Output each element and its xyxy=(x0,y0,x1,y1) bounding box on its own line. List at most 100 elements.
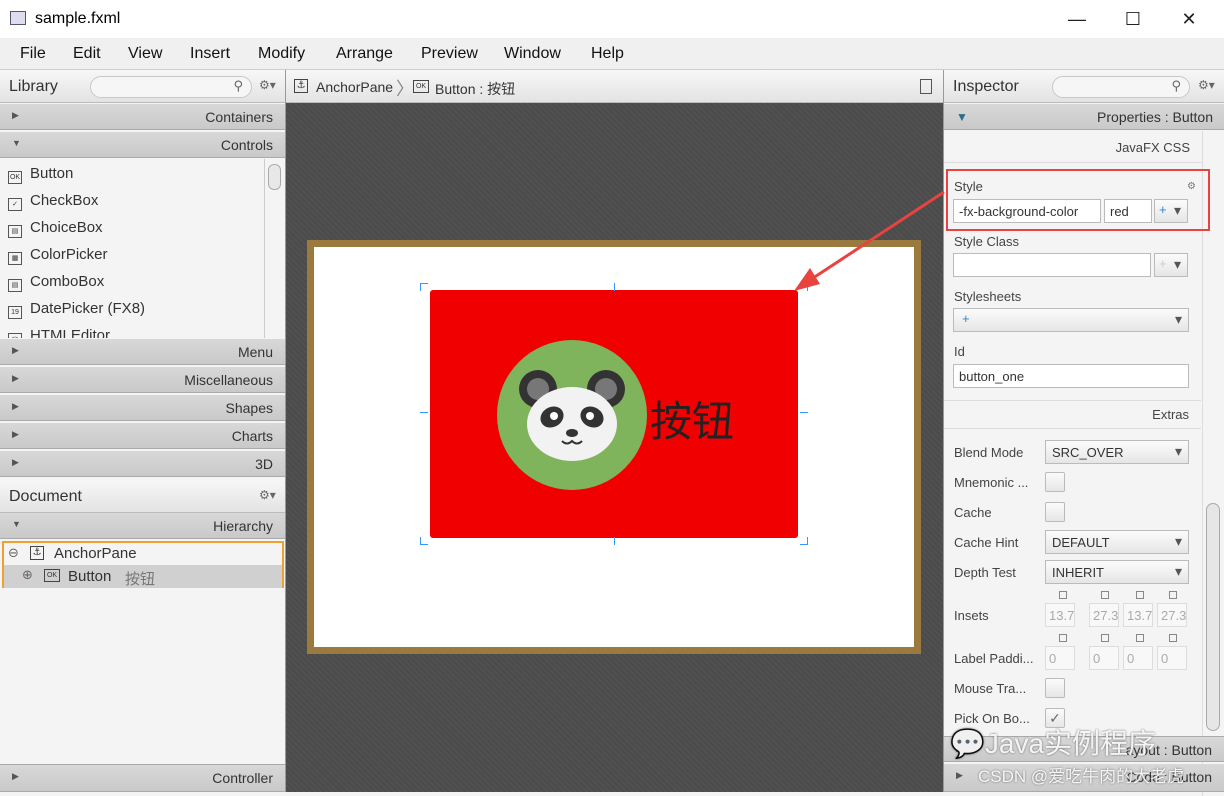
list-item-datepicker[interactable]: 19 DatePicker (FX8) xyxy=(8,300,145,319)
section-label: 3D xyxy=(255,456,273,472)
section-controller[interactable]: ▶ Controller xyxy=(0,764,285,792)
link-checkbox[interactable] xyxy=(1136,634,1144,642)
menu-help[interactable]: Help xyxy=(591,45,624,63)
maximize-button[interactable]: ☐ xyxy=(1110,6,1156,32)
scrollbar[interactable] xyxy=(264,159,285,338)
collapse-toggle-icon[interactable]: ⊖ xyxy=(8,545,19,561)
list-item-button[interactable]: OK Button xyxy=(8,165,73,184)
selection-handle[interactable] xyxy=(800,537,808,545)
cache-hint-select[interactable]: DEFAULT xyxy=(1045,530,1189,554)
expand-toggle-icon[interactable]: ⊕ xyxy=(22,567,33,583)
selection-handle[interactable] xyxy=(614,537,615,545)
link-checkbox[interactable] xyxy=(1059,591,1067,599)
app-icon xyxy=(10,11,26,25)
section-containers[interactable]: ▶ Containers xyxy=(0,104,285,130)
section-properties[interactable]: ▼ Properties : Button xyxy=(944,104,1224,130)
collapse-icon: ▼ xyxy=(12,138,21,148)
item-label: HTMLEditor xyxy=(30,327,111,338)
link-checkbox[interactable] xyxy=(1101,634,1109,642)
list-item-htmleditor[interactable]: <> HTMLEditor xyxy=(8,327,110,338)
tree-label: AnchorPane xyxy=(54,545,137,562)
breadcrumb-anchorpane[interactable]: AnchorPane xyxy=(316,79,393,95)
gear-menu-icon[interactable]: ⚙▾ xyxy=(259,488,276,502)
link-checkbox[interactable] xyxy=(1101,591,1109,599)
menu-view[interactable]: View xyxy=(128,45,162,63)
inspector-search-input[interactable]: ⚲ xyxy=(1052,76,1190,98)
collapse-icon: ▼ xyxy=(956,110,968,124)
mouse-transparent-checkbox[interactable] xyxy=(1045,678,1065,698)
button-icon: OK xyxy=(44,569,60,582)
breadcrumb-button[interactable]: Button : 按钮 xyxy=(435,79,515,99)
minimize-button[interactable]: — xyxy=(1054,6,1100,32)
style-class-add-button[interactable]: + xyxy=(1154,253,1188,277)
section-shapes[interactable]: ▶ Shapes xyxy=(0,395,285,421)
selection-handle[interactable] xyxy=(420,283,428,291)
scrollbar-thumb[interactable] xyxy=(268,164,281,190)
left-pane: Library ⚲ ⚙▾ ▶ Containers ▼ Controls OK But… xyxy=(0,70,286,792)
insets-right-input[interactable]: 27.3 xyxy=(1089,603,1119,627)
padding-top-input[interactable]: 0 xyxy=(1045,646,1075,670)
insets-top-input[interactable]: 13.7 xyxy=(1045,603,1075,627)
section-controls[interactable]: ▼ Controls xyxy=(0,132,285,158)
menu-preview[interactable]: Preview xyxy=(421,45,478,63)
selection-handle[interactable] xyxy=(614,283,615,291)
hierarchy-tree: ⊖ ⚓ AnchorPane ⊕ OK Button 按钮 xyxy=(2,541,284,588)
blend-mode-select[interactable]: SRC_OVER xyxy=(1045,440,1189,464)
library-search-input[interactable]: ⚲ xyxy=(90,76,252,98)
menu-modify[interactable]: Modify xyxy=(258,45,305,63)
id-input[interactable]: button_one xyxy=(953,364,1189,388)
mnemonic-checkbox[interactable] xyxy=(1045,472,1065,492)
menu-edit[interactable]: Edit xyxy=(73,45,101,63)
choicebox-icon: ▤ xyxy=(8,225,22,238)
gear-menu-icon[interactable]: ⚙▾ xyxy=(1198,78,1215,92)
section-hierarchy[interactable]: ▼ Hierarchy xyxy=(0,513,285,539)
item-label: DatePicker (FX8) xyxy=(30,300,146,317)
section-miscellaneous[interactable]: ▶ Miscellaneous xyxy=(0,367,285,393)
tree-item-anchorpane[interactable]: ⊖ ⚓ AnchorPane xyxy=(4,543,282,565)
menu-file[interactable]: File xyxy=(20,45,46,63)
colorpicker-icon: ▦ xyxy=(8,252,22,265)
expand-icon: ▶ xyxy=(956,770,963,780)
padding-bottom-input[interactable]: 0 xyxy=(1123,646,1153,670)
menu-insert[interactable]: Insert xyxy=(190,45,230,63)
tree-label: Button xyxy=(68,568,112,585)
padding-left-input[interactable]: 0 xyxy=(1157,646,1187,670)
padding-right-input[interactable]: 0 xyxy=(1089,646,1119,670)
style-class-input[interactable] xyxy=(953,253,1151,277)
javafx-css-heading: JavaFX CSS xyxy=(1115,140,1190,155)
depth-test-select[interactable]: INHERIT xyxy=(1045,560,1189,584)
menu-arrange[interactable]: Arrange xyxy=(336,45,393,63)
list-item-colorpicker[interactable]: ▦ ColorPicker xyxy=(8,246,108,265)
section-3d[interactable]: ▶ 3D xyxy=(0,451,285,477)
selection-handle[interactable] xyxy=(420,412,428,413)
selection-handle[interactable] xyxy=(800,412,808,413)
stylesheets-add-button[interactable]: + xyxy=(953,308,1189,332)
link-checkbox[interactable] xyxy=(1059,634,1067,642)
link-checkbox[interactable] xyxy=(1169,634,1177,642)
scrollbar-thumb[interactable] xyxy=(1206,503,1220,731)
selection-handle[interactable] xyxy=(420,537,428,545)
button-label: 按钮 xyxy=(650,398,735,445)
insets-bottom-input[interactable]: 13.7 xyxy=(1123,603,1153,627)
button-icon: OK xyxy=(8,171,22,184)
document-icon[interactable] xyxy=(920,79,932,94)
cache-checkbox[interactable] xyxy=(1045,502,1065,522)
list-item-choicebox[interactable]: ▤ ChoiceBox xyxy=(8,219,103,238)
section-charts[interactable]: ▶ Charts xyxy=(0,423,285,449)
anchorpane-icon: ⚓ xyxy=(294,79,308,93)
link-checkbox[interactable] xyxy=(1169,591,1177,599)
link-checkbox[interactable] xyxy=(1136,591,1144,599)
section-menu[interactable]: ▶ Menu xyxy=(0,339,285,365)
tree-item-button[interactable]: ⊕ OK Button 按钮 xyxy=(4,565,282,588)
list-item-combobox[interactable]: ▤ ComboBox xyxy=(8,273,104,292)
panda-icon xyxy=(497,340,647,490)
close-button[interactable]: ✕ xyxy=(1166,6,1212,32)
item-label: ChoiceBox xyxy=(30,219,103,236)
list-item-checkbox[interactable]: ✓ CheckBox xyxy=(8,192,98,211)
cache-hint-label: Cache Hint xyxy=(954,535,1019,550)
menu-window[interactable]: Window xyxy=(504,45,561,63)
insets-left-input[interactable]: 27.3 xyxy=(1157,603,1187,627)
item-label: ComboBox xyxy=(30,273,105,290)
selected-button[interactable]: 按钮 xyxy=(430,290,798,538)
gear-menu-icon[interactable]: ⚙▾ xyxy=(259,78,276,92)
